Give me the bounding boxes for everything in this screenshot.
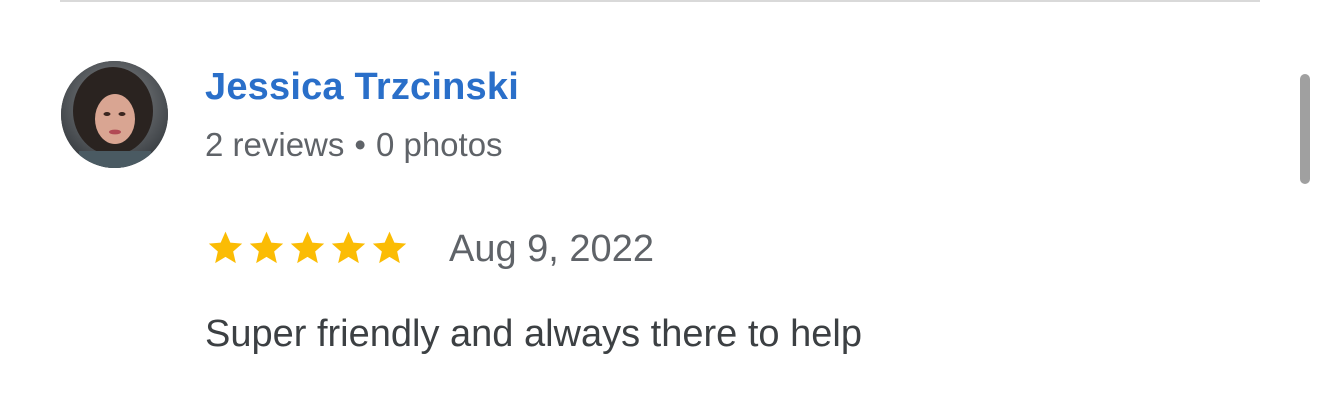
star-icon xyxy=(372,231,407,264)
reviewer-avatar[interactable] xyxy=(61,61,168,168)
review-text: Super friendly and always there to help xyxy=(205,313,862,355)
star-icon xyxy=(331,231,366,264)
separator-dot: • xyxy=(354,126,366,163)
star-rating xyxy=(205,226,410,270)
avatar-photo xyxy=(61,61,168,168)
star-icon xyxy=(208,231,243,264)
review-date: Aug 9, 2022 xyxy=(449,228,654,270)
reviews-count: 2 reviews xyxy=(205,126,345,163)
star-icon xyxy=(290,231,325,264)
scrollbar-thumb[interactable] xyxy=(1300,74,1310,184)
top-divider xyxy=(60,0,1260,2)
reviewer-name-link[interactable]: Jessica Trzcinski xyxy=(205,66,519,109)
reviewer-stats: 2 reviews • 0 photos xyxy=(205,126,503,164)
photos-count: 0 photos xyxy=(375,126,503,163)
star-icon xyxy=(249,231,284,264)
